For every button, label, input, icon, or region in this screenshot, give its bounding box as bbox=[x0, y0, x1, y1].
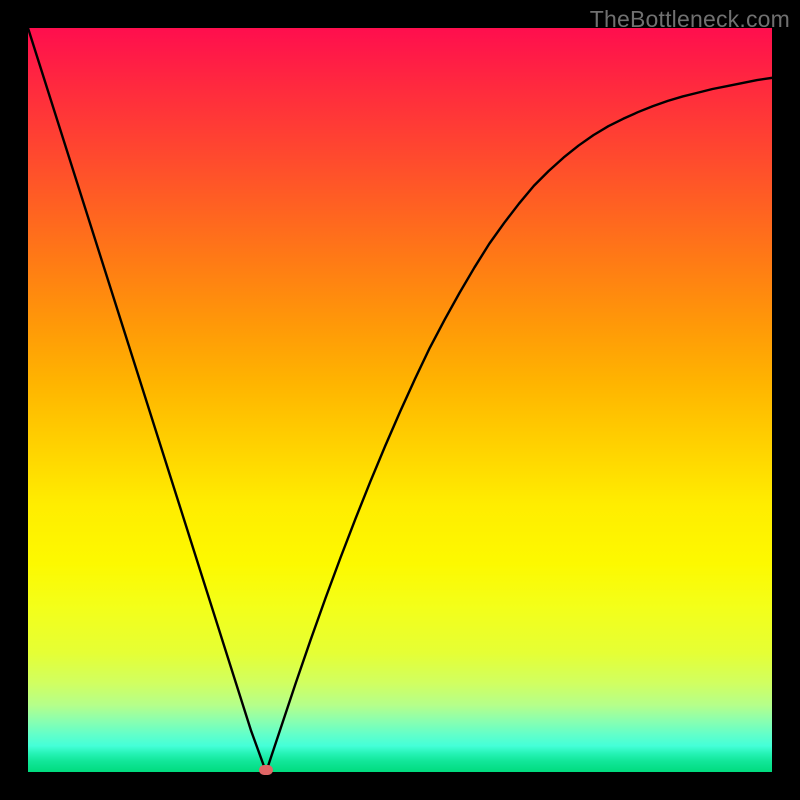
chart-plot-area bbox=[28, 28, 772, 772]
minimum-marker bbox=[259, 765, 273, 775]
chart-curve bbox=[28, 28, 772, 772]
watermark-text: TheBottleneck.com bbox=[590, 6, 790, 33]
curve-path bbox=[28, 28, 772, 772]
